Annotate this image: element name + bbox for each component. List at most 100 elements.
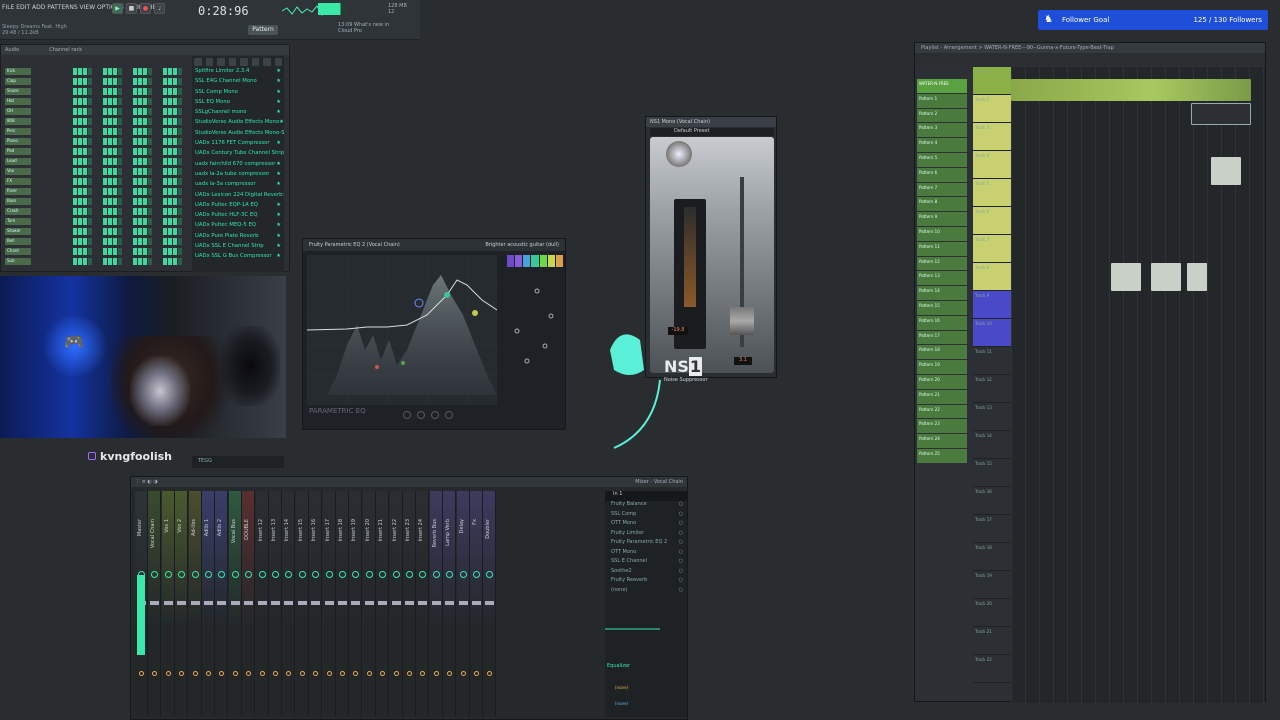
step-button[interactable] <box>108 118 112 125</box>
step-button[interactable] <box>143 128 147 135</box>
pattern-clip[interactable] <box>1151 263 1181 291</box>
step-button[interactable] <box>88 88 92 95</box>
track-header[interactable]: Track 14 <box>973 431 1011 459</box>
channel-name[interactable]: Bell <box>5 238 31 245</box>
eq-knob[interactable] <box>417 411 425 419</box>
step-button[interactable] <box>133 148 137 155</box>
step-button[interactable] <box>178 68 182 75</box>
step-button[interactable] <box>143 168 147 175</box>
step-button[interactable] <box>73 188 77 195</box>
volume-fader[interactable] <box>445 601 455 605</box>
step-button[interactable] <box>143 158 147 165</box>
step-button[interactable] <box>83 188 87 195</box>
pattern-item[interactable]: Pattern 18 <box>917 345 967 360</box>
step-button[interactable] <box>83 108 87 115</box>
mixer-track[interactable]: Adlib 1 <box>202 491 215 717</box>
eq-knob[interactable] <box>431 411 439 419</box>
pan-knob[interactable] <box>325 571 333 578</box>
record-arm-button[interactable] <box>165 671 171 676</box>
record-arm-button[interactable] <box>206 671 211 676</box>
track-header[interactable]: Track 9 <box>973 291 1011 319</box>
step-button[interactable] <box>113 108 117 115</box>
pattern-item[interactable]: Pattern 16 <box>917 315 967 330</box>
step-button[interactable] <box>113 98 117 105</box>
pan-knob[interactable] <box>406 571 413 578</box>
step-button[interactable] <box>148 258 152 265</box>
step-sequencer[interactable] <box>73 68 182 75</box>
step-button[interactable] <box>173 138 177 145</box>
step-button[interactable] <box>88 248 92 255</box>
record-arm-button[interactable] <box>273 671 278 676</box>
step-button[interactable] <box>78 88 82 95</box>
step-button[interactable] <box>78 238 82 245</box>
step-button[interactable] <box>103 168 107 175</box>
play-button[interactable]: ▶ <box>112 3 123 14</box>
record-arm-button[interactable] <box>286 671 292 676</box>
step-button[interactable] <box>138 198 142 205</box>
pattern-item[interactable]: Pattern 12 <box>917 256 967 271</box>
ns1-preset-bar[interactable]: Default Preset <box>650 128 774 136</box>
pan-knob[interactable] <box>446 571 454 578</box>
step-button[interactable] <box>148 108 152 115</box>
step-sequencer[interactable] <box>73 148 182 155</box>
step-button[interactable] <box>143 188 147 195</box>
fx-slot[interactable]: SSL E Channel ○ <box>605 558 687 568</box>
channel-row[interactable]: OH <box>5 107 182 116</box>
mixer-track[interactable]: Insert 16 <box>309 491 323 717</box>
step-button[interactable] <box>88 208 92 215</box>
step-button[interactable] <box>178 238 182 245</box>
fx-slot[interactable]: Soothe2 ○ <box>605 568 687 578</box>
fx-slot[interactable]: OTT Mono ○ <box>605 549 687 559</box>
step-button[interactable] <box>73 258 77 265</box>
record-arm-button[interactable] <box>299 671 305 676</box>
step-button[interactable] <box>148 178 152 185</box>
pattern-item[interactable]: Pattern 23 <box>917 419 967 434</box>
eq-band-button[interactable] <box>531 255 539 267</box>
track-header[interactable]: Track 15 <box>973 459 1011 487</box>
pattern-item[interactable]: Pattern 4 <box>917 138 967 152</box>
step-button[interactable] <box>113 148 117 155</box>
fx-enable-toggle[interactable]: ○ <box>679 577 683 587</box>
step-button[interactable] <box>73 248 77 255</box>
step-button[interactable] <box>143 208 147 215</box>
track-header[interactable]: Track 18 <box>973 543 1011 571</box>
channel-name[interactable]: Shaker <box>5 228 31 235</box>
pattern-item[interactable]: Pattern 19 <box>917 360 967 374</box>
step-button[interactable] <box>83 168 87 175</box>
step-button[interactable] <box>148 188 152 195</box>
volume-fader[interactable] <box>284 601 294 605</box>
channel-row[interactable]: Lead <box>5 157 182 166</box>
step-button[interactable] <box>73 78 77 85</box>
step-button[interactable] <box>73 168 77 175</box>
tempo-display[interactable]: ♩ <box>154 3 165 14</box>
star-icon[interactable]: ★ <box>276 253 281 263</box>
track-header[interactable]: Track 20 <box>973 599 1011 627</box>
fx-enable-toggle[interactable]: ○ <box>679 520 683 530</box>
mixer-track[interactable]: Fx <box>470 491 483 717</box>
step-button[interactable] <box>118 258 122 265</box>
channel-row[interactable]: Shaker <box>5 227 182 236</box>
volume-fader[interactable] <box>458 601 468 605</box>
step-sequencer[interactable] <box>73 128 182 135</box>
track-header[interactable]: Track 10 <box>973 319 1011 347</box>
step-button[interactable] <box>138 228 142 235</box>
record-arm-button[interactable] <box>139 671 144 676</box>
step-sequencer[interactable] <box>73 238 182 245</box>
step-button[interactable] <box>73 128 77 135</box>
step-button[interactable] <box>113 128 117 135</box>
step-button[interactable] <box>113 68 117 75</box>
step-button[interactable] <box>143 258 147 265</box>
step-button[interactable] <box>173 68 177 75</box>
step-sequencer[interactable] <box>73 228 182 235</box>
step-button[interactable] <box>173 118 177 125</box>
step-button[interactable] <box>143 238 147 245</box>
step-button[interactable] <box>73 198 77 205</box>
volume-fader[interactable] <box>204 601 213 605</box>
step-button[interactable] <box>143 98 147 105</box>
track-header[interactable]: Track 12 <box>973 375 1011 403</box>
pan-knob[interactable] <box>365 571 373 578</box>
step-button[interactable] <box>143 138 147 145</box>
step-button[interactable] <box>103 98 107 105</box>
step-button[interactable] <box>138 78 142 85</box>
mixer-track[interactable]: Vox 1 <box>161 491 175 717</box>
